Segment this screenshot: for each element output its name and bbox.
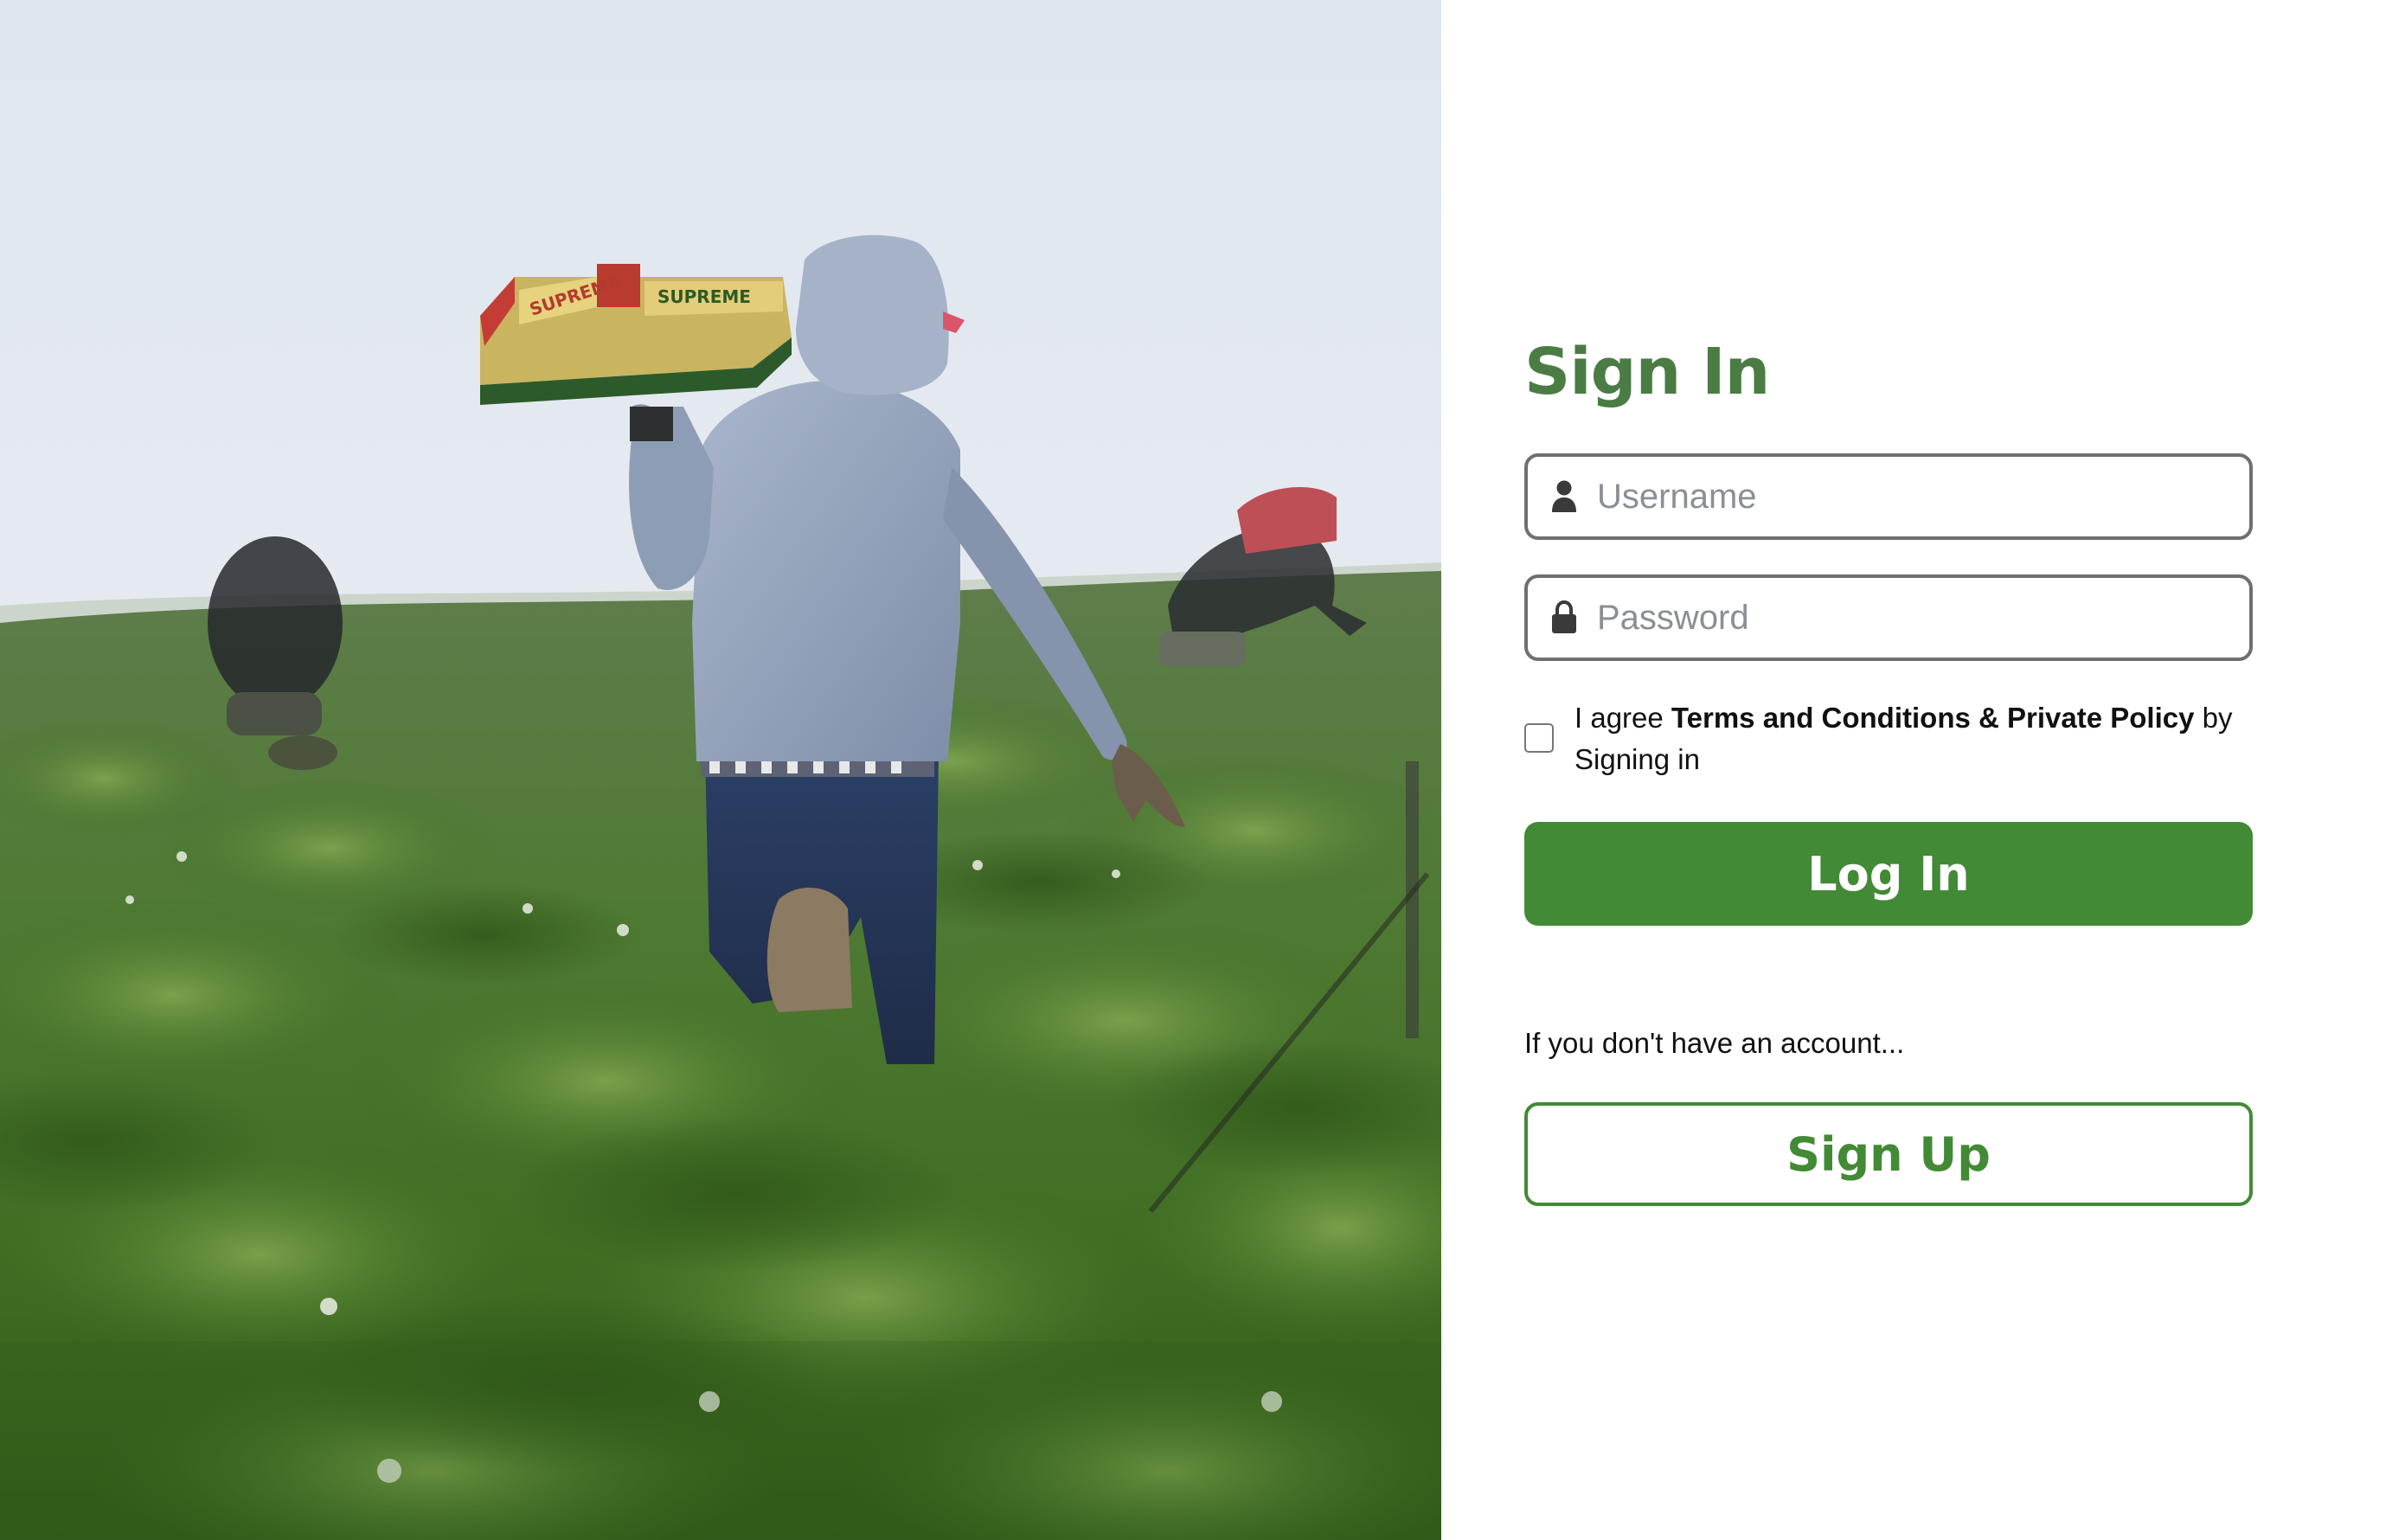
signin-page: SUPREME SUPREME Sign In Username I agree… xyxy=(0,0,2405,1540)
terms-prefix: I agree xyxy=(1574,702,1671,734)
username-field[interactable] xyxy=(1524,453,2253,540)
signup-button[interactable]: Sign Up xyxy=(1524,1102,2253,1206)
terms-checkbox[interactable] xyxy=(1524,723,1554,753)
login-button[interactable]: Log In xyxy=(1524,822,2253,926)
farm-workers-illustration: SUPREME SUPREME xyxy=(0,0,1441,1540)
signin-panel: Sign In Username I agree Terms and Condi… xyxy=(1441,0,2405,1540)
username-input[interactable] xyxy=(1597,462,2249,531)
password-field[interactable] xyxy=(1524,574,2253,661)
page-title: Sign In xyxy=(1524,335,1770,409)
password-input[interactable] xyxy=(1597,583,2249,652)
lock-icon xyxy=(1547,599,1581,637)
no-account-text: If you don't have an account... xyxy=(1524,1027,1905,1059)
terms-agreement: I agree Terms and Conditions & Private P… xyxy=(1524,697,2253,780)
user-icon xyxy=(1547,478,1581,516)
signin-form: Sign In Username I agree Terms and Condi… xyxy=(1524,329,2253,1206)
box-print-2: SUPREME xyxy=(657,286,751,307)
terms-text: I agree Terms and Conditions & Private P… xyxy=(1574,697,2253,780)
hero-photo: SUPREME SUPREME xyxy=(0,0,1441,1540)
terms-link[interactable]: Terms and Conditions & Private Policy xyxy=(1671,702,2195,734)
